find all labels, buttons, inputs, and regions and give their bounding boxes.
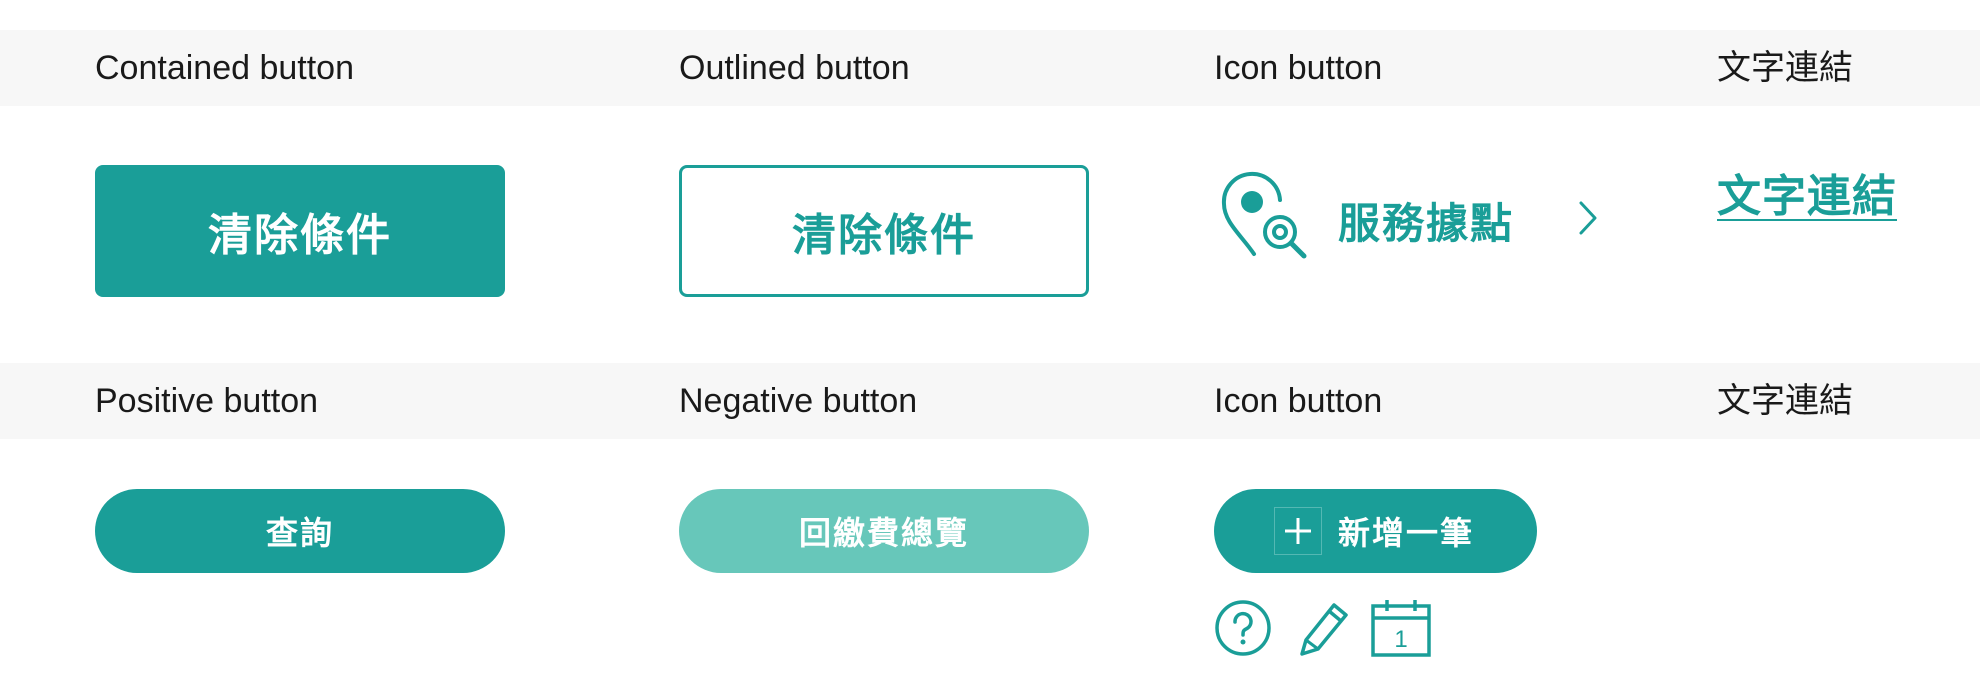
calendar-icon[interactable]: 1 [1370, 598, 1432, 658]
pencil-icon[interactable] [1292, 599, 1350, 657]
header-positive-button: Positive button [95, 382, 319, 420]
header-contained-button: Contained button [95, 49, 354, 87]
contained-button-label: 清除條件 [208, 210, 392, 261]
service-locations-label: 服務據點 [1338, 198, 1515, 248]
payment-overview-negative-button[interactable]: 回繳費總覽 [679, 489, 1089, 573]
clear-filters-outlined-button[interactable]: 清除條件 [679, 165, 1089, 297]
small-icon-group: 1 [1214, 598, 1452, 658]
chevron-right-icon [1578, 200, 1598, 241]
clear-filters-contained-button[interactable]: 清除條件 [95, 165, 505, 297]
location-search-icon [1214, 170, 1310, 271]
add-button-label: 新增一筆 [1338, 514, 1475, 552]
header-text-link: 文字連結 [1717, 49, 1853, 87]
calendar-day-text: 1 [1394, 626, 1407, 653]
header-negative-button: Negative button [679, 382, 918, 420]
positive-button-label: 查詢 [265, 514, 334, 552]
negative-button-label: 回繳費總覽 [798, 514, 969, 552]
search-positive-button[interactable]: 查詢 [95, 489, 505, 573]
service-locations-icon-button[interactable]: 服務據點 [1214, 165, 1598, 275]
add-new-icon-button[interactable]: 新增一筆 [1214, 489, 1537, 573]
plus-icon [1274, 507, 1322, 555]
text-link[interactable]: 文字連結 [1717, 160, 1897, 224]
help-circle-icon[interactable] [1214, 599, 1272, 657]
header-outlined-button: Outlined button [679, 49, 910, 87]
header-icon-button-2: Icon button [1214, 382, 1383, 420]
header-text-link-2: 文字連結 [1717, 382, 1853, 420]
header-icon-button: Icon button [1214, 49, 1383, 87]
outlined-button-label: 清除條件 [792, 210, 976, 261]
